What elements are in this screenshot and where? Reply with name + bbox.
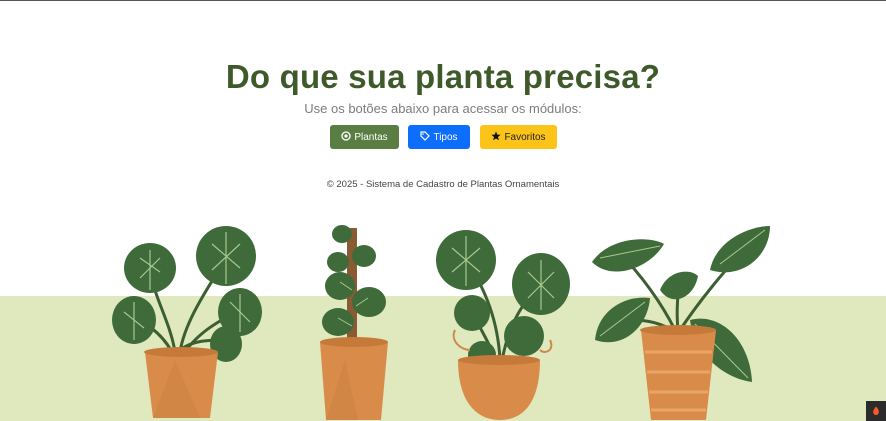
calathea-plant — [592, 226, 770, 420]
monstera-plant — [112, 226, 262, 418]
plants-illustration — [112, 225, 770, 420]
app-corner-icon[interactable] — [866, 401, 886, 421]
climbing-pothos-plant — [320, 225, 388, 420]
hanging-monstera-plant — [436, 230, 570, 420]
